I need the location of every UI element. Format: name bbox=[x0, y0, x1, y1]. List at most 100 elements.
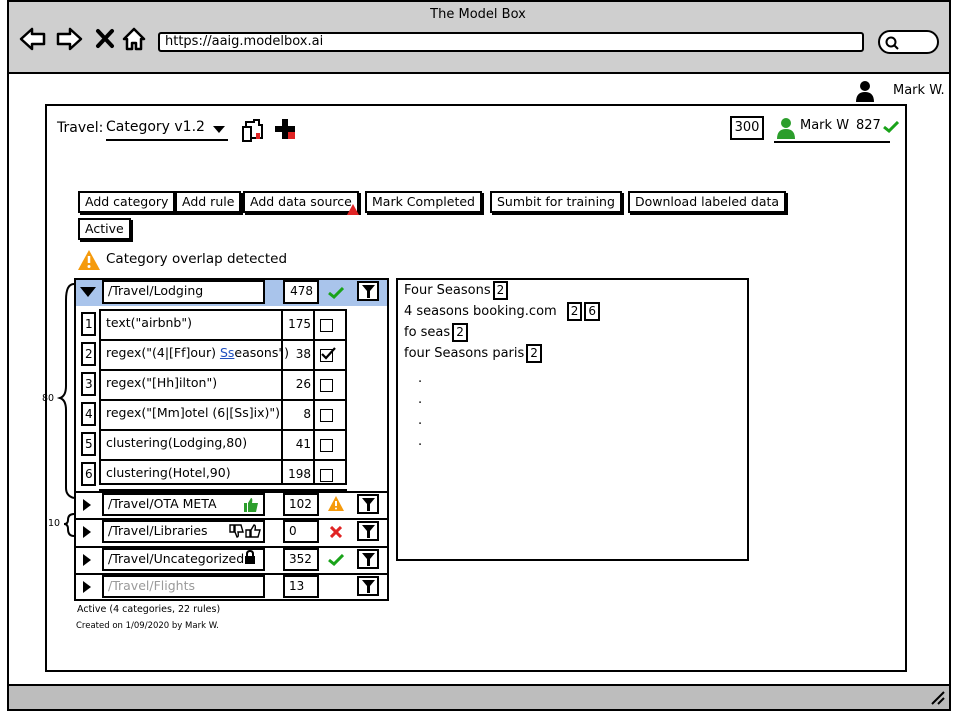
rule-number: 5 bbox=[81, 432, 96, 456]
annotator-name: Mark W bbox=[800, 118, 850, 133]
rule-expression[interactable]: text("airbnb") bbox=[106, 315, 192, 330]
result-text: Four Seasons bbox=[404, 283, 491, 298]
alert-warning-icon bbox=[78, 250, 100, 270]
alert-text: Category overlap detected bbox=[106, 251, 288, 267]
annotator-avatar-icon bbox=[777, 118, 795, 139]
sample-count-box[interactable]: 300 bbox=[730, 116, 764, 140]
expand-right-icon bbox=[83, 526, 91, 538]
forward-icon[interactable] bbox=[56, 27, 83, 51]
check-icon bbox=[883, 121, 899, 133]
rule-checkbox[interactable] bbox=[320, 379, 333, 392]
rule-number: 2 bbox=[81, 342, 96, 366]
warning-icon bbox=[328, 496, 344, 511]
rule-number: 4 bbox=[81, 402, 96, 426]
category-count: 352 bbox=[283, 548, 319, 571]
result-item[interactable]: 4 seasons booking.com 2 6 bbox=[404, 302, 600, 321]
category-count: 102 bbox=[283, 493, 319, 516]
model-selector[interactable]: Category v1.2 bbox=[106, 119, 228, 141]
rule-count: 175 bbox=[288, 317, 311, 331]
address-bar[interactable]: https://aaig.modelbox.ai bbox=[158, 32, 864, 52]
bracket-annotations bbox=[56, 283, 75, 537]
add-icon[interactable] bbox=[274, 118, 296, 140]
rule-row-divider bbox=[99, 339, 347, 341]
rule-expression[interactable]: regex("(4|[Ff]our) Sseasons") bbox=[106, 345, 289, 360]
expand-right-icon bbox=[83, 581, 91, 593]
filter-button[interactable] bbox=[357, 521, 379, 541]
result-text: four Seasons paris bbox=[404, 346, 525, 361]
window-title: The Model Box bbox=[430, 7, 526, 22]
rule-number: 6 bbox=[81, 462, 96, 486]
active-toggle-button[interactable]: Active bbox=[78, 218, 131, 240]
rule-count: 8 bbox=[303, 407, 311, 421]
filter-button[interactable] bbox=[357, 549, 379, 569]
rule-col-divider bbox=[281, 309, 283, 485]
annotator-count: 827 bbox=[856, 118, 881, 133]
annotator-widget[interactable]: Mark W 827 bbox=[774, 115, 899, 143]
filter-button[interactable] bbox=[357, 576, 379, 596]
rule-count: 26 bbox=[295, 377, 311, 391]
category-name[interactable]: /Travel/OTA META bbox=[102, 493, 265, 516]
rule-row-divider bbox=[99, 459, 347, 461]
result-badge: 2 bbox=[452, 323, 468, 342]
add-data-source-button[interactable]: Add data source bbox=[243, 191, 359, 215]
rule-count: 38 bbox=[295, 347, 311, 361]
rule-checkbox[interactable] bbox=[320, 319, 333, 332]
rule-checkbox[interactable] bbox=[320, 409, 333, 422]
rule-expression-highlight: Ss bbox=[219, 345, 235, 360]
add-category-button[interactable]: Add category bbox=[78, 191, 176, 213]
error-x-icon bbox=[330, 526, 342, 538]
status-bar bbox=[7, 684, 951, 711]
user-icon[interactable] bbox=[855, 80, 875, 102]
home-icon[interactable] bbox=[122, 27, 146, 51]
rule-checkbox[interactable] bbox=[320, 469, 333, 482]
expand-down-icon[interactable] bbox=[80, 287, 96, 297]
resize-grip-icon[interactable] bbox=[930, 691, 946, 705]
results-more: .... bbox=[418, 371, 423, 449]
filter-icon bbox=[362, 498, 375, 511]
rule-col-divider bbox=[313, 309, 315, 485]
filter-icon bbox=[362, 525, 375, 538]
mark-completed-button[interactable]: Mark Completed bbox=[365, 191, 482, 213]
filter-button[interactable] bbox=[357, 281, 379, 301]
rule-expression[interactable]: clustering(Lodging,80) bbox=[106, 435, 247, 450]
download-labeled-data-button[interactable]: Download labeled data bbox=[628, 191, 787, 213]
thumbs-up-down-icon bbox=[229, 524, 261, 538]
rule-count: 41 bbox=[295, 437, 311, 451]
result-text: fo seas bbox=[404, 325, 451, 340]
result-item[interactable]: four Seasons paris 2 bbox=[404, 344, 542, 363]
category-count: 13 bbox=[283, 575, 319, 598]
rule-number: 3 bbox=[81, 372, 96, 396]
bracket-label-rules: 80 bbox=[42, 393, 55, 404]
stop-icon[interactable] bbox=[96, 29, 114, 48]
result-item[interactable]: Four Seasons 2 bbox=[404, 281, 509, 300]
filter-icon bbox=[362, 285, 375, 298]
rule-checkbox[interactable] bbox=[320, 347, 336, 362]
result-item[interactable]: fo seas 2 bbox=[404, 323, 468, 342]
rule-row-divider bbox=[99, 369, 347, 371]
category-name[interactable]: /Travel/Lodging bbox=[102, 280, 265, 304]
rule-number: 1 bbox=[81, 312, 96, 336]
rule-expression[interactable]: regex("[Hh]ilton") bbox=[106, 375, 217, 390]
result-badge: 6 bbox=[584, 302, 600, 321]
thumbs-up-icon bbox=[244, 498, 258, 512]
rule-expression[interactable]: regex("[Mm]otel (6|[Ss]ix)") bbox=[106, 405, 280, 420]
user-name[interactable]: Mark W. bbox=[893, 83, 945, 98]
browser-search-box[interactable] bbox=[878, 30, 939, 54]
rule-expression[interactable]: clustering(Hotel,90) bbox=[106, 465, 231, 480]
back-icon[interactable] bbox=[19, 27, 46, 51]
model-name: Category v1.2 bbox=[106, 119, 205, 135]
add-rule-button[interactable]: Add rule bbox=[175, 191, 242, 213]
submit-for-training-button[interactable]: Sumbit for training bbox=[490, 191, 622, 213]
copy-icon[interactable] bbox=[241, 117, 267, 143]
rule-checkbox[interactable] bbox=[320, 439, 333, 452]
rule-expression-part: regex("(4|[Ff]our) bbox=[106, 345, 220, 360]
rule-row-divider bbox=[99, 429, 347, 431]
filter-icon bbox=[362, 580, 375, 593]
filter-button[interactable] bbox=[357, 494, 379, 514]
lock-icon bbox=[245, 550, 255, 564]
category-name[interactable]: /Travel/Uncategorized bbox=[102, 548, 265, 571]
filter-icon bbox=[362, 553, 375, 566]
category-name[interactable]: /Travel/Flights bbox=[102, 575, 265, 598]
expand-right-icon bbox=[83, 554, 91, 566]
result-badge: 2 bbox=[492, 281, 509, 300]
